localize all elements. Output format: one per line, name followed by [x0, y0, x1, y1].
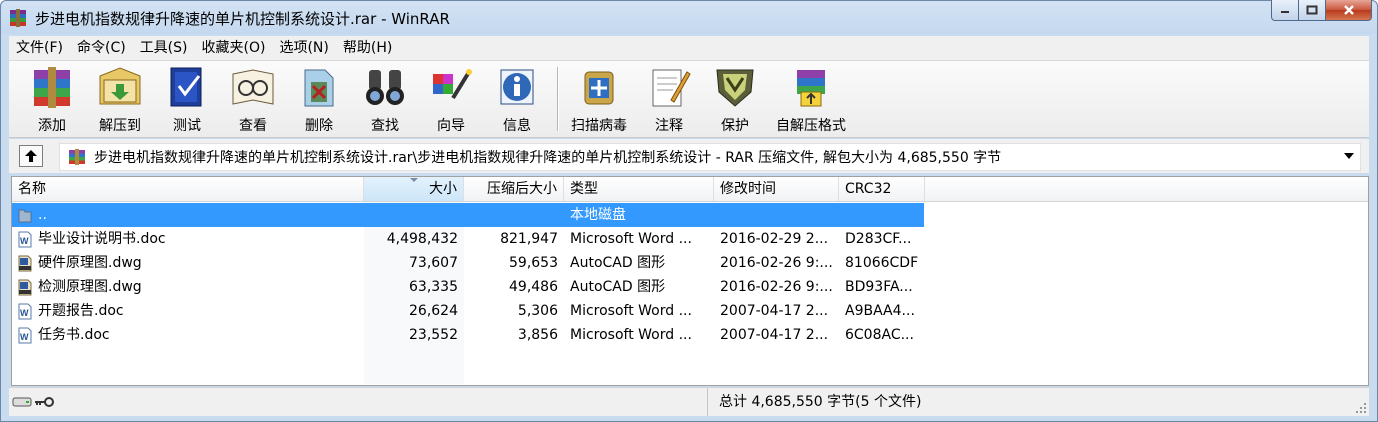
column-header-modified[interactable]: 修改时间	[714, 177, 839, 201]
table-row[interactable]: W 开题报告.doc 26,624 5,306 Microsoft Word .…	[12, 299, 924, 323]
wizard-button[interactable]: 向导	[421, 63, 481, 135]
up-folder-button[interactable]	[19, 145, 43, 167]
status-left-pane	[9, 388, 708, 416]
winrar-window: 步进电机指数规律升降速的单片机控制系统设计.rar - WinRAR 文件(F)…	[0, 0, 1378, 422]
dwg-file-icon	[18, 255, 32, 272]
dwg-file-icon	[18, 279, 32, 296]
test-button[interactable]: 测试	[157, 63, 217, 135]
view-icon	[232, 69, 274, 105]
toolbar-separator	[557, 67, 559, 131]
table-row[interactable]: 检测原理图.dwg 63,335 49,486 AutoCAD 图形 2016-…	[12, 275, 924, 299]
list-header: 名称 大小 压缩后大小 类型 修改时间 CRC32	[12, 177, 1368, 202]
table-row[interactable]: .. 本地磁盘	[12, 203, 924, 227]
word-doc-icon: W	[18, 231, 32, 248]
menu-commands[interactable]: 命令(C)	[70, 37, 133, 59]
close-button[interactable]	[1326, 0, 1372, 21]
sfx-button[interactable]: 自解压格式	[771, 63, 851, 135]
menu-help[interactable]: 帮助(H)	[336, 37, 399, 59]
table-row[interactable]: W 任务书.doc 23,552 3,856 Microsoft Word ..…	[12, 323, 924, 347]
status-total: 总计 4,685,550 字节(5 个文件)	[719, 394, 922, 410]
find-button[interactable]: 查找	[355, 63, 415, 135]
svg-text:W: W	[20, 308, 29, 318]
column-header-crc32[interactable]: CRC32	[839, 177, 925, 201]
extract-to-icon	[99, 67, 141, 105]
file-list: 名称 大小 压缩后大小 类型 修改时间 CRC32 .. 本地磁盘 W 毕业设计…	[11, 176, 1369, 386]
comment-icon	[652, 69, 691, 107]
column-header-type[interactable]: 类型	[564, 177, 714, 201]
drive-icon[interactable]	[12, 396, 32, 408]
comment-button[interactable]: 注释	[639, 63, 699, 135]
window-title: 步进电机指数规律升降速的单片机控制系统设计.rar - WinRAR	[35, 10, 450, 28]
add-archive-icon	[34, 67, 70, 108]
maximize-icon	[1306, 5, 1318, 15]
word-doc-icon: W	[18, 303, 32, 320]
delete-button[interactable]: 删除	[289, 63, 349, 135]
add-button[interactable]: 添加	[21, 63, 83, 135]
protect-icon	[716, 69, 754, 107]
menu-file[interactable]: 文件(F)	[9, 37, 70, 59]
column-header-name[interactable]: 名称	[12, 177, 364, 201]
status-bar: 总计 4,685,550 字节(5 个文件)	[9, 387, 1369, 416]
sfx-icon	[797, 70, 825, 107]
winrar-app-icon	[10, 9, 26, 27]
svg-text:W: W	[20, 332, 29, 342]
dropdown-arrow-icon[interactable]	[1344, 153, 1354, 159]
column-header-packed[interactable]: 压缩后大小	[464, 177, 564, 201]
sort-descending-icon	[410, 178, 418, 182]
table-row[interactable]: W 毕业设计说明书.doc 4,498,432 821,947 Microsof…	[12, 227, 924, 251]
rar-archive-icon	[69, 149, 85, 165]
view-button[interactable]: 查看	[223, 63, 283, 135]
folder-up-icon	[18, 209, 32, 223]
delete-icon	[304, 69, 334, 107]
extract-to-button[interactable]: 解压到	[89, 63, 151, 135]
address-combobox[interactable]: 步进电机指数规律升降速的单片机控制系统设计.rar\步进电机指数规律升降速的单片…	[59, 143, 1361, 171]
close-icon	[1343, 5, 1354, 15]
up-arrow-icon	[25, 150, 37, 162]
wizard-icon	[433, 69, 472, 100]
protect-button[interactable]: 保护	[705, 63, 765, 135]
address-bar: 步进电机指数规律升降速的单片机控制系统设计.rar\步进电机指数规律升降速的单片…	[9, 139, 1369, 173]
table-row[interactable]: 硬件原理图.dwg 73,607 59,653 AutoCAD 图形 2016-…	[12, 251, 924, 275]
svg-text:W: W	[20, 236, 29, 246]
menu-options[interactable]: 选项(N)	[272, 37, 335, 59]
test-icon	[170, 67, 202, 107]
resize-grip-icon[interactable]	[1355, 402, 1367, 414]
column-header-size[interactable]: 大小	[364, 177, 464, 201]
maximize-button[interactable]	[1299, 0, 1326, 21]
minimize-icon	[1281, 11, 1289, 13]
title-bar[interactable]: 步进电机指数规律升降速的单片机控制系统设计.rar - WinRAR	[0, 0, 1378, 36]
word-doc-icon: W	[18, 327, 32, 344]
info-icon	[500, 69, 534, 105]
address-path: 步进电机指数规律升降速的单片机控制系统设计.rar\步进电机指数规律升降速的单片…	[94, 150, 1002, 166]
minimize-button[interactable]	[1271, 0, 1299, 21]
menu-tools[interactable]: 工具(S)	[133, 37, 195, 59]
window-controls	[1271, 0, 1372, 22]
find-icon	[366, 70, 404, 105]
virus-scan-icon	[584, 71, 614, 105]
menu-bar: 文件(F) 命令(C) 工具(S) 收藏夹(O) 选项(N) 帮助(H)	[9, 36, 1369, 61]
menu-favorites[interactable]: 收藏夹(O)	[195, 37, 273, 59]
toolbar: 添加 解压到 测试 查看 删除 查找 向导 信息 扫描病毒 注释 保护 自解压格…	[9, 61, 1369, 138]
key-icon[interactable]	[34, 396, 54, 408]
virus-scan-button[interactable]: 扫描病毒	[565, 63, 633, 135]
info-button[interactable]: 信息	[487, 63, 547, 135]
